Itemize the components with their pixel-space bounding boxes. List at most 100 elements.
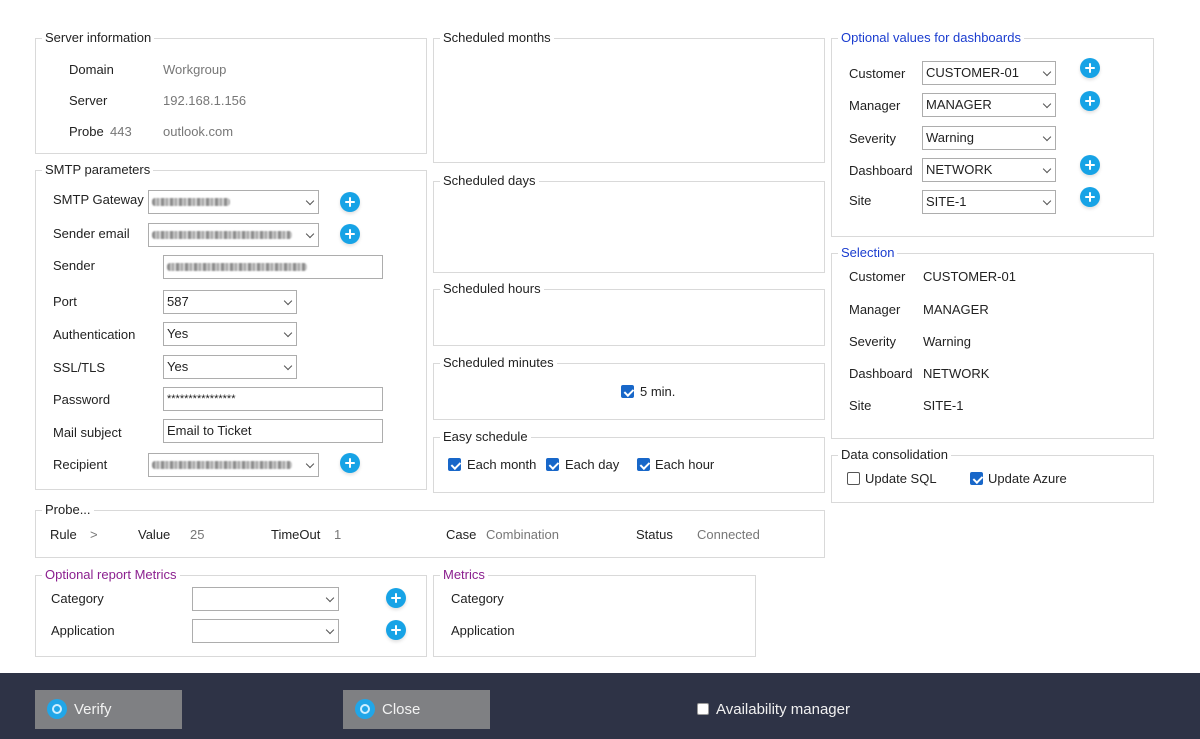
- data-consolidation-title: Data consolidation: [838, 447, 951, 463]
- sender-email-redacted: [152, 231, 292, 239]
- close-button-label: Close: [382, 701, 421, 718]
- server-information-title: Server information: [42, 30, 155, 46]
- sel-customer-label: Customer: [849, 269, 906, 284]
- dash-site-label: Site: [849, 193, 872, 208]
- scheduled-days-group[interactable]: Scheduled days: [433, 173, 825, 273]
- chevron-down-icon: [305, 459, 315, 469]
- add-recipient-button[interactable]: [340, 453, 360, 473]
- power-icon: [355, 699, 375, 719]
- verify-button-label: Verify: [74, 701, 112, 718]
- smtp-gateway-select[interactable]: [148, 190, 319, 214]
- sel-manager-label: Manager: [849, 302, 901, 317]
- sel-site-value: SITE-1: [923, 398, 964, 413]
- status-value: Connected: [697, 527, 760, 542]
- scheduled-days-title: Scheduled days: [440, 173, 539, 189]
- five-min-checkbox[interactable]: [621, 385, 634, 398]
- availability-manager-checkbox[interactable]: [697, 703, 709, 715]
- update-azure-checkbox[interactable]: [970, 472, 983, 485]
- each-month-checkbox[interactable]: [448, 458, 461, 471]
- sender-email-label: Sender email: [53, 226, 130, 241]
- add-application-button[interactable]: [386, 620, 406, 640]
- case-label: Case: [446, 527, 477, 542]
- add-category-button[interactable]: [386, 588, 406, 608]
- scheduled-hours-title: Scheduled hours: [440, 281, 544, 297]
- probe-port: 443: [110, 124, 132, 139]
- each-hour-checkbox[interactable]: [637, 458, 650, 471]
- dash-severity-label: Severity: [849, 131, 896, 146]
- dash-manager-value: MANAGER: [926, 97, 992, 112]
- chevron-down-icon: [1042, 99, 1052, 109]
- report-application-select[interactable]: [192, 619, 339, 643]
- ssl-tls-label: SSL/TLS: [53, 360, 106, 375]
- dash-customer-label: Customer: [849, 66, 906, 81]
- probe-value: outlook.com: [163, 124, 234, 139]
- recipient-select[interactable]: [148, 453, 319, 477]
- footer-bar: Verify Close Availability manager: [0, 673, 1200, 739]
- chevron-down-icon: [1042, 67, 1052, 77]
- ssl-tls-select[interactable]: Yes: [163, 355, 297, 379]
- chevron-down-icon: [283, 361, 293, 371]
- add-dashboard-button[interactable]: [1080, 155, 1100, 175]
- sel-manager-value: MANAGER: [923, 302, 989, 317]
- sender-field[interactable]: [163, 255, 383, 279]
- dash-manager-select[interactable]: MANAGER: [922, 93, 1056, 117]
- chevron-down-icon: [305, 229, 315, 239]
- value-label: Value: [138, 527, 171, 542]
- sel-dashboard-label: Dashboard: [849, 366, 913, 381]
- metrics-group: Metrics: [433, 567, 756, 657]
- each-day-checkbox[interactable]: [546, 458, 559, 471]
- close-button[interactable]: Close: [343, 690, 490, 729]
- chevron-down-icon: [283, 328, 293, 338]
- sel-severity-label: Severity: [849, 334, 896, 349]
- add-sender-email-button[interactable]: [340, 224, 360, 244]
- add-customer-button[interactable]: [1080, 58, 1100, 78]
- dash-site-value: SITE-1: [926, 194, 967, 209]
- dash-dashboard-select[interactable]: NETWORK: [922, 158, 1056, 182]
- dash-site-select[interactable]: SITE-1: [922, 190, 1056, 214]
- scheduled-months-group[interactable]: Scheduled months: [433, 30, 825, 163]
- add-manager-button[interactable]: [1080, 91, 1100, 111]
- metrics-application-label: Application: [451, 623, 515, 638]
- probe-label: Probe: [69, 124, 104, 139]
- sender-label: Sender: [53, 258, 95, 273]
- each-hour-label: Each hour: [655, 457, 715, 472]
- add-site-button[interactable]: [1080, 187, 1100, 207]
- each-day-label: Each day: [565, 457, 620, 472]
- timeout-value: 1: [334, 527, 342, 542]
- chevron-down-icon: [305, 196, 315, 206]
- sel-site-label: Site: [849, 398, 872, 413]
- update-sql-checkbox[interactable]: [847, 472, 860, 485]
- dash-dashboard-value: NETWORK: [926, 162, 993, 177]
- password-field[interactable]: ****************: [163, 387, 383, 411]
- port-label: Port: [53, 294, 77, 309]
- chevron-down-icon: [325, 593, 335, 603]
- smtp-gateway-redacted: [152, 198, 230, 206]
- dash-severity-value: Warning: [926, 130, 974, 145]
- verify-button[interactable]: Verify: [35, 690, 182, 729]
- port-select[interactable]: 587: [163, 290, 297, 314]
- add-smtp-gateway-button[interactable]: [340, 192, 360, 212]
- chevron-down-icon: [325, 625, 335, 635]
- metrics-category-label: Category: [451, 591, 504, 606]
- scheduled-hours-group[interactable]: Scheduled hours: [433, 281, 825, 346]
- recipient-label: Recipient: [53, 457, 108, 472]
- update-azure-label: Update Azure: [988, 471, 1067, 486]
- sender-email-select[interactable]: [148, 223, 319, 247]
- mail-subject-field[interactable]: Email to Ticket: [163, 419, 383, 443]
- smtp-gateway-label: SMTP Gateway: [53, 192, 144, 207]
- power-icon: [47, 699, 67, 719]
- dash-severity-select[interactable]: Warning: [922, 126, 1056, 150]
- port-select-value: 587: [167, 294, 189, 309]
- dash-dashboard-label: Dashboard: [849, 163, 913, 178]
- sender-redacted: [167, 263, 307, 271]
- each-month-label: Each month: [467, 457, 537, 472]
- authentication-select[interactable]: Yes: [163, 322, 297, 346]
- server-label: Server: [69, 93, 108, 108]
- report-category-select[interactable]: [192, 587, 339, 611]
- dash-customer-select[interactable]: CUSTOMER-01: [922, 61, 1056, 85]
- value-value: 25: [190, 527, 205, 542]
- selection-title: Selection: [838, 245, 898, 261]
- chevron-down-icon: [1042, 196, 1052, 206]
- dash-manager-label: Manager: [849, 98, 901, 113]
- scheduled-minutes-title: Scheduled minutes: [440, 355, 557, 371]
